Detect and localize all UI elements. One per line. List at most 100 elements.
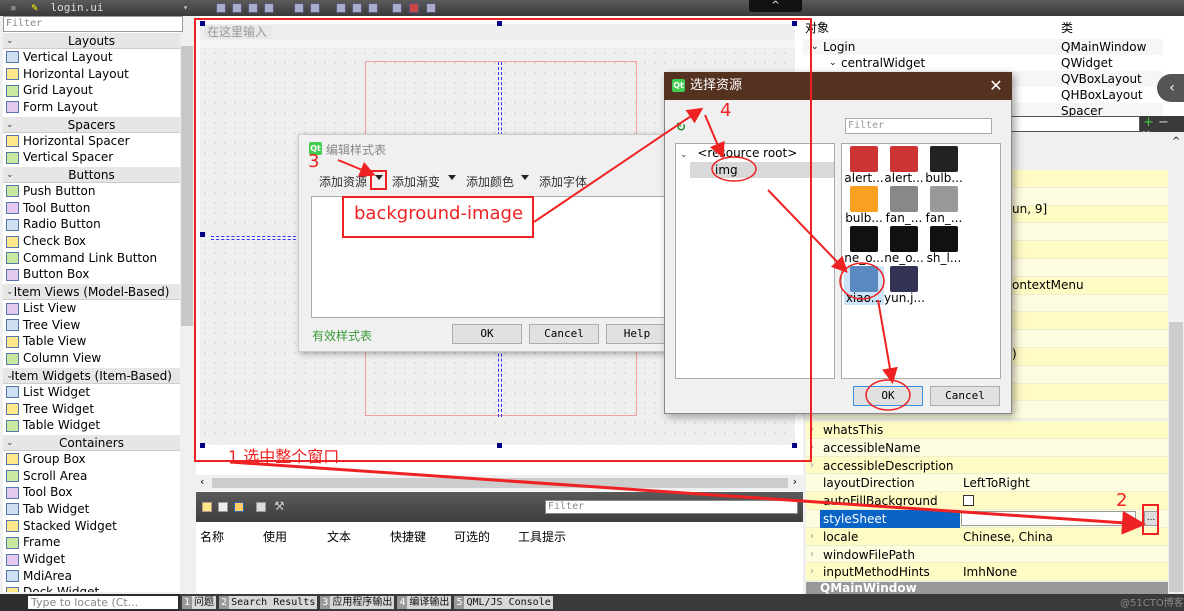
action-filter-input[interactable]: Filter (545, 500, 798, 514)
widget-item[interactable]: Form Layout (3, 99, 180, 116)
chevron-right-icon[interactable]: › (810, 528, 814, 546)
new-action-icon[interactable] (202, 502, 212, 512)
widget-item[interactable]: Stacked Widget (3, 518, 180, 535)
configure-icon[interactable]: ⚒ (274, 499, 285, 513)
widget-item[interactable]: Push Button (3, 183, 180, 200)
property-section-header[interactable]: QMainWindow (806, 582, 1168, 594)
widget-item[interactable]: Tree View (3, 317, 180, 334)
resource-icon-item[interactable]: bulb... (844, 186, 884, 225)
close-icon[interactable]: ✕ (986, 76, 1006, 96)
break-layout-icon[interactable] (409, 3, 419, 13)
widget-list-scrollbar[interactable] (180, 32, 194, 592)
widget-item[interactable]: MdiArea (3, 568, 180, 585)
scroll-right-icon[interactable]: › (793, 475, 797, 488)
layout-vertical-icon[interactable] (310, 3, 320, 13)
adjust-size-icon[interactable] (426, 3, 436, 13)
output-tab[interactable]: 5 QML/JS Console (454, 596, 553, 609)
resource-icon-item[interactable]: bulb... (924, 146, 964, 185)
file-tab[interactable]: ▪ ✎ login.ui ▾ (0, 0, 196, 16)
autofill-checkbox[interactable] (963, 495, 974, 507)
property-row-inputMethodHints[interactable]: › inputMethodHints ImhNone (806, 563, 1168, 582)
add-property-icon[interactable]: + (1143, 115, 1154, 130)
widget-item[interactable]: Horizontal Layout (3, 66, 180, 83)
property-row-autoFillBackground[interactable]: autoFillBackground (806, 492, 1168, 510)
output-tab[interactable]: 4 编译输出 (397, 596, 452, 609)
widget-item[interactable]: Horizontal Spacer (3, 133, 180, 150)
output-tab[interactable]: 1 问题 (182, 596, 217, 609)
collapse-toolbar-button[interactable]: ^ (749, 0, 802, 12)
chevron-down-icon[interactable]: ⌄ (6, 167, 14, 183)
column-header[interactable]: 可选的 (454, 528, 490, 545)
widget-item[interactable]: List Widget (3, 384, 180, 401)
chevron-right-icon[interactable]: › (810, 563, 814, 581)
widget-category[interactable]: ⌄ Item Widgets (Item-Based) (3, 367, 180, 384)
widget-item[interactable]: Column View (3, 350, 180, 367)
property-row-styleSheet[interactable]: styleSheet... (806, 510, 1168, 528)
layout-horizontal-icon[interactable] (294, 3, 304, 13)
chevron-down-icon[interactable]: ⌄ (829, 55, 837, 71)
edit-buddies-icon[interactable] (248, 3, 258, 13)
widget-filter-input[interactable]: Filter (3, 16, 183, 32)
column-header[interactable]: 工具提示 (518, 528, 566, 545)
locate-input[interactable]: Type to locate (Ct... (28, 596, 178, 609)
object-tree-row[interactable]: ⌄ centralWidget QWidget (803, 55, 1163, 71)
widget-item[interactable]: Button Box (3, 267, 180, 284)
widget-item[interactable]: Widget (3, 551, 180, 568)
header-class[interactable]: 类 (1061, 20, 1141, 36)
resource-icon-item[interactable]: alert... (844, 146, 884, 185)
widget-category[interactable]: ⌄ Layouts (3, 32, 180, 49)
widget-item[interactable]: Check Box (3, 233, 180, 250)
widget-item[interactable]: Grid Layout (3, 82, 180, 99)
widget-item[interactable]: Vertical Spacer (3, 149, 180, 166)
property-row-accessibleName[interactable]: › accessibleName (806, 438, 1168, 457)
column-header[interactable]: 名称 (200, 528, 224, 545)
editor-horizontal-scrollbar[interactable]: ‹ › (196, 475, 803, 491)
widget-item[interactable]: Table View (3, 334, 180, 351)
copy-action-icon[interactable] (218, 502, 228, 512)
resource-icon-item[interactable]: yun.j... (884, 266, 925, 305)
widget-item[interactable]: Scroll Area (3, 468, 180, 485)
resource-icon-item[interactable]: sh_l... (924, 226, 964, 265)
scroll-up-icon[interactable]: ^ (1172, 136, 1180, 147)
widget-item[interactable]: Table Widget (3, 417, 180, 434)
remove-property-icon[interactable]: − (1158, 115, 1169, 130)
resource-icon-item[interactable]: ne_o... (844, 226, 884, 265)
widget-item[interactable]: Tab Widget (3, 501, 180, 518)
widget-item[interactable]: Dock Widget (3, 585, 180, 592)
widget-category[interactable]: ⌄ Containers (3, 434, 180, 452)
widget-category[interactable]: ⌄ Spacers (3, 115, 180, 133)
widget-category[interactable]: ⌄ Item Views (Model-Based) (3, 283, 180, 301)
collapse-sidebar-button[interactable]: ‹ (1157, 74, 1184, 102)
chevron-down-icon[interactable]: ⌄ (6, 33, 14, 49)
resource-icon-item[interactable]: ne_o... (884, 226, 924, 265)
property-scrollbar[interactable]: ^ (1168, 132, 1184, 592)
tab-dropdown-icon[interactable]: ▾ (183, 0, 188, 16)
output-tab[interactable]: 2 Search Results (219, 596, 318, 609)
chevron-down-icon[interactable]: ⌄ (811, 39, 819, 55)
widget-item[interactable]: Frame (3, 535, 180, 552)
scroll-left-icon[interactable]: ‹ (200, 475, 204, 488)
edit-widgets-icon[interactable] (216, 3, 226, 13)
resource-icon-item[interactable]: fan_... (884, 186, 924, 225)
property-row-layoutDirection[interactable]: layoutDirection LeftToRight (806, 474, 1168, 493)
widget-item[interactable]: Vertical Layout (3, 49, 180, 66)
widget-category[interactable]: ⌄ Buttons (3, 166, 180, 184)
chevron-down-icon[interactable]: ⌄ (6, 368, 14, 384)
property-row-whatsThis[interactable]: › whatsThis (806, 421, 1168, 439)
property-row-windowFilePath[interactable]: › windowFilePath (806, 545, 1168, 564)
layout-splitter-h-icon[interactable] (336, 3, 346, 13)
output-tab[interactable]: 3 应用程序输出 (320, 596, 395, 609)
widget-item[interactable]: Command Link Button (3, 250, 180, 267)
edit-signals-icon[interactable] (232, 3, 242, 13)
widget-item[interactable]: Tool Button (3, 200, 180, 217)
column-header[interactable]: 快捷键 (390, 528, 426, 545)
layout-form-icon[interactable] (368, 3, 378, 13)
resource-icon-item[interactable]: alert... (884, 146, 924, 185)
resource-icon-item[interactable]: xiao... (844, 266, 884, 305)
chevron-right-icon[interactable]: › (810, 546, 814, 564)
paste-action-icon[interactable] (234, 502, 244, 512)
widget-item[interactable]: Radio Button (3, 217, 180, 234)
column-header[interactable]: 文本 (327, 528, 351, 545)
chevron-down-icon[interactable]: ⌄ (6, 435, 14, 451)
cancel-button[interactable]: Cancel (930, 386, 1000, 406)
